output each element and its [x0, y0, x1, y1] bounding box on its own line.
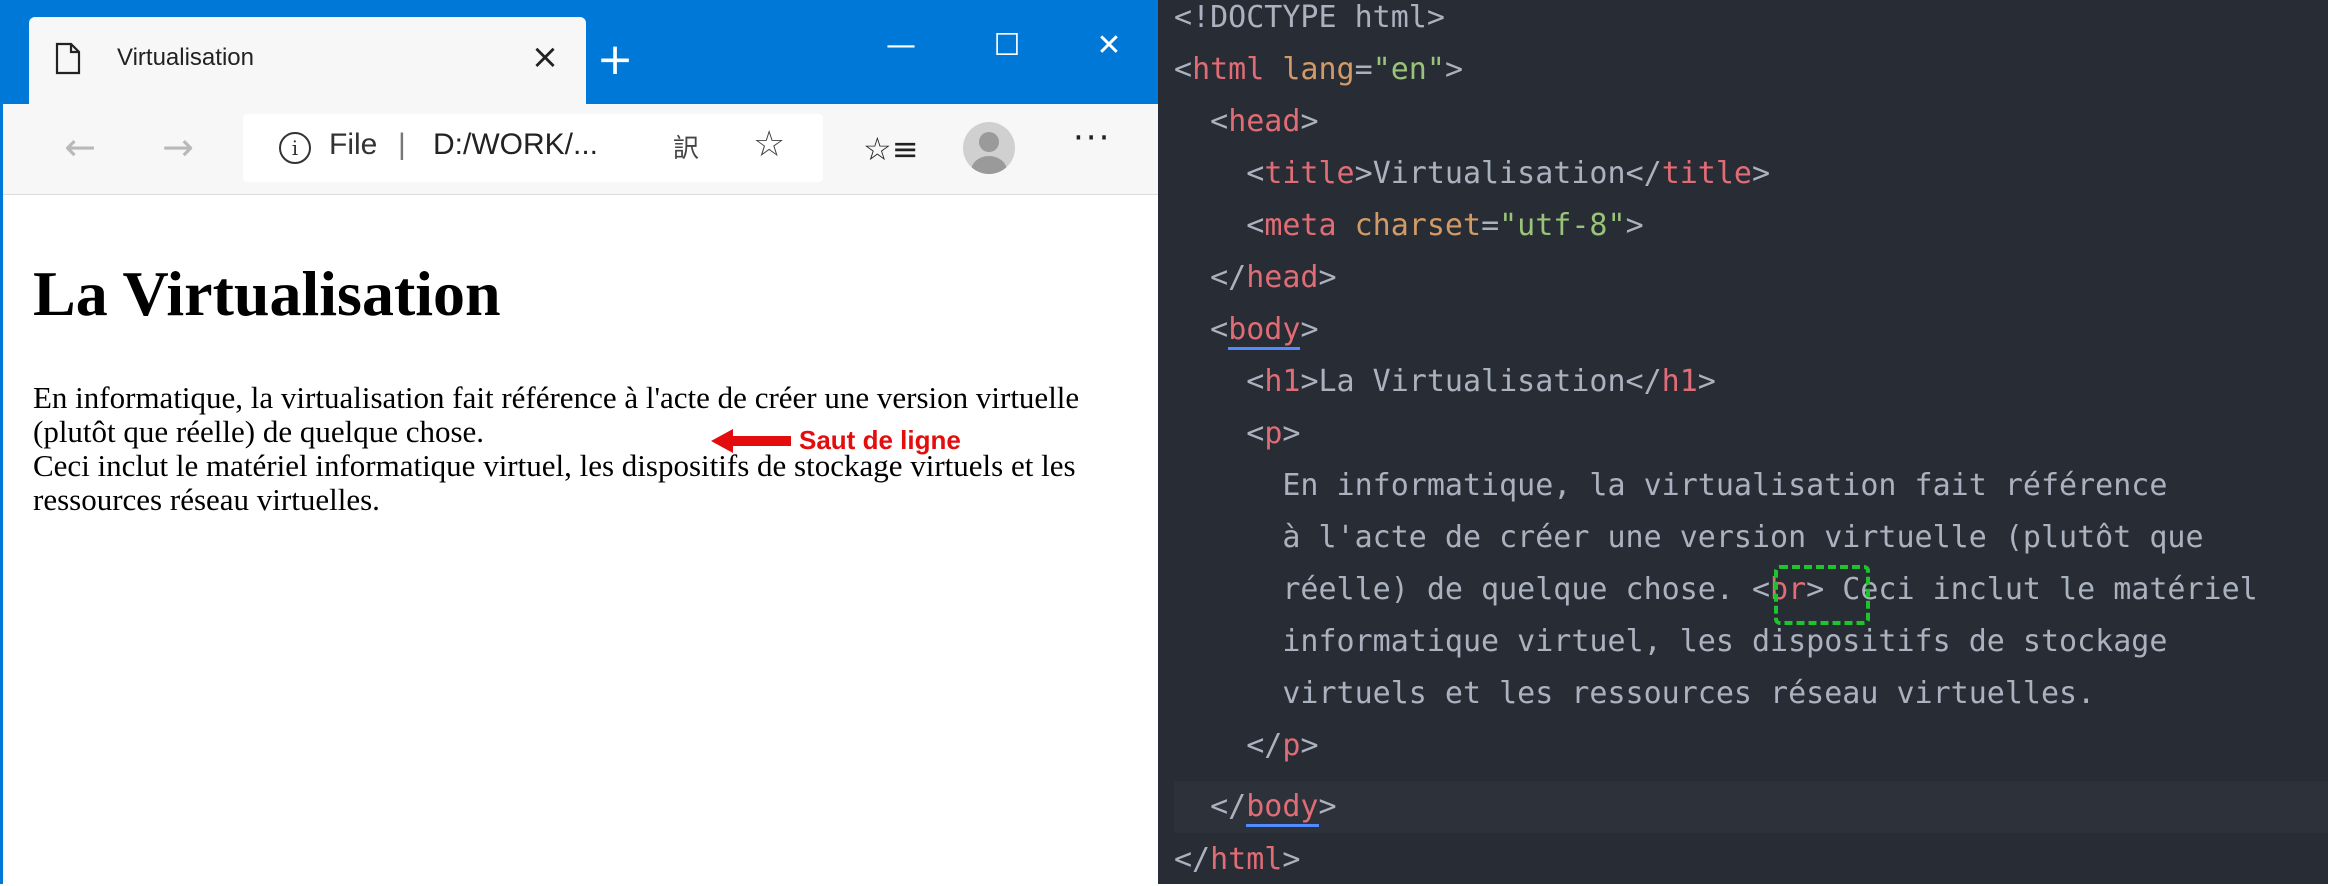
code-line: <!DOCTYPE html>: [1174, 0, 1445, 35]
tab-close-icon[interactable]: ×: [525, 37, 565, 77]
close-window-icon[interactable]: ✕: [1079, 21, 1139, 71]
code-line: réelle) de quelque chose. <br> Ceci incl…: [1282, 572, 2258, 607]
code-line: </head>: [1210, 260, 1337, 295]
page-paragraph: En informatique, la virtualisation fait …: [33, 381, 1143, 517]
address-scheme-label: File: [329, 128, 378, 161]
back-icon[interactable]: ←: [55, 122, 105, 172]
code-line: </html>: [1174, 842, 1301, 877]
browser-title-bar: Virtualisation × + — ☐ ✕: [3, 3, 1158, 104]
code-line: </p>: [1246, 728, 1319, 763]
code-line: </body>: [1174, 781, 1337, 833]
address-separator: |: [398, 128, 406, 161]
favorite-star-icon[interactable]: ☆: [753, 124, 785, 165]
address-url[interactable]: D:/WORK/...: [433, 128, 598, 162]
tab-title: Virtualisation: [117, 44, 254, 71]
maximize-icon[interactable]: ☐: [977, 21, 1037, 71]
new-tab-icon[interactable]: +: [593, 38, 637, 82]
code-line: <h1>La Virtualisation</h1>: [1246, 364, 1716, 399]
forward-icon[interactable]: →: [153, 122, 203, 172]
browser-tab[interactable]: Virtualisation ×: [29, 17, 586, 104]
code-line: En informatique, la virtualisation fait …: [1282, 468, 2168, 503]
minimize-icon[interactable]: —: [871, 21, 931, 71]
code-line: virtuels et les ressources réseau virtue…: [1282, 676, 2096, 711]
profile-avatar-icon[interactable]: [963, 122, 1015, 174]
translate-icon[interactable]: 訳: [673, 128, 699, 165]
current-line-highlight: [1174, 781, 2328, 833]
code-line: <p>: [1246, 416, 1301, 451]
br-highlight-box: [1774, 565, 1870, 625]
code-line: <head>: [1210, 104, 1319, 139]
info-icon[interactable]: i: [279, 132, 311, 164]
left-arrow-icon: [711, 429, 791, 453]
page-content: La Virtualisation En informatique, la vi…: [3, 195, 1158, 884]
code-line: informatique virtuel, les dispositifs de…: [1282, 624, 2168, 659]
browser-window: Virtualisation × + — ☐ ✕ ← → i File | D:…: [0, 0, 1158, 884]
callout-label: Saut de ligne: [799, 425, 961, 455]
more-icon[interactable]: ···: [1073, 118, 1111, 158]
code-line: <meta charset="utf-8">: [1246, 208, 1644, 243]
code-line: à l'acte de créer une version virtuelle …: [1282, 520, 2204, 555]
favorites-list-icon[interactable]: ☆≡: [863, 130, 919, 168]
code-line: <body>: [1174, 304, 1319, 356]
browser-toolbar: ← → i File | D:/WORK/... 訳 ☆ ☆≡ ···: [3, 104, 1158, 195]
code-line: <title>Virtualisation</title>: [1246, 156, 1771, 191]
page-heading: La Virtualisation: [33, 258, 501, 329]
code-line: <html lang="en">: [1174, 52, 1463, 87]
document-icon: [55, 42, 81, 75]
paragraph-line-2: Ceci inclut le matériel informatique vir…: [33, 448, 1076, 517]
code-editor: <!DOCTYPE html> <html lang="en"> <head> …: [1158, 0, 2328, 884]
address-bar[interactable]: i File | D:/WORK/... 訳 ☆: [243, 114, 823, 182]
